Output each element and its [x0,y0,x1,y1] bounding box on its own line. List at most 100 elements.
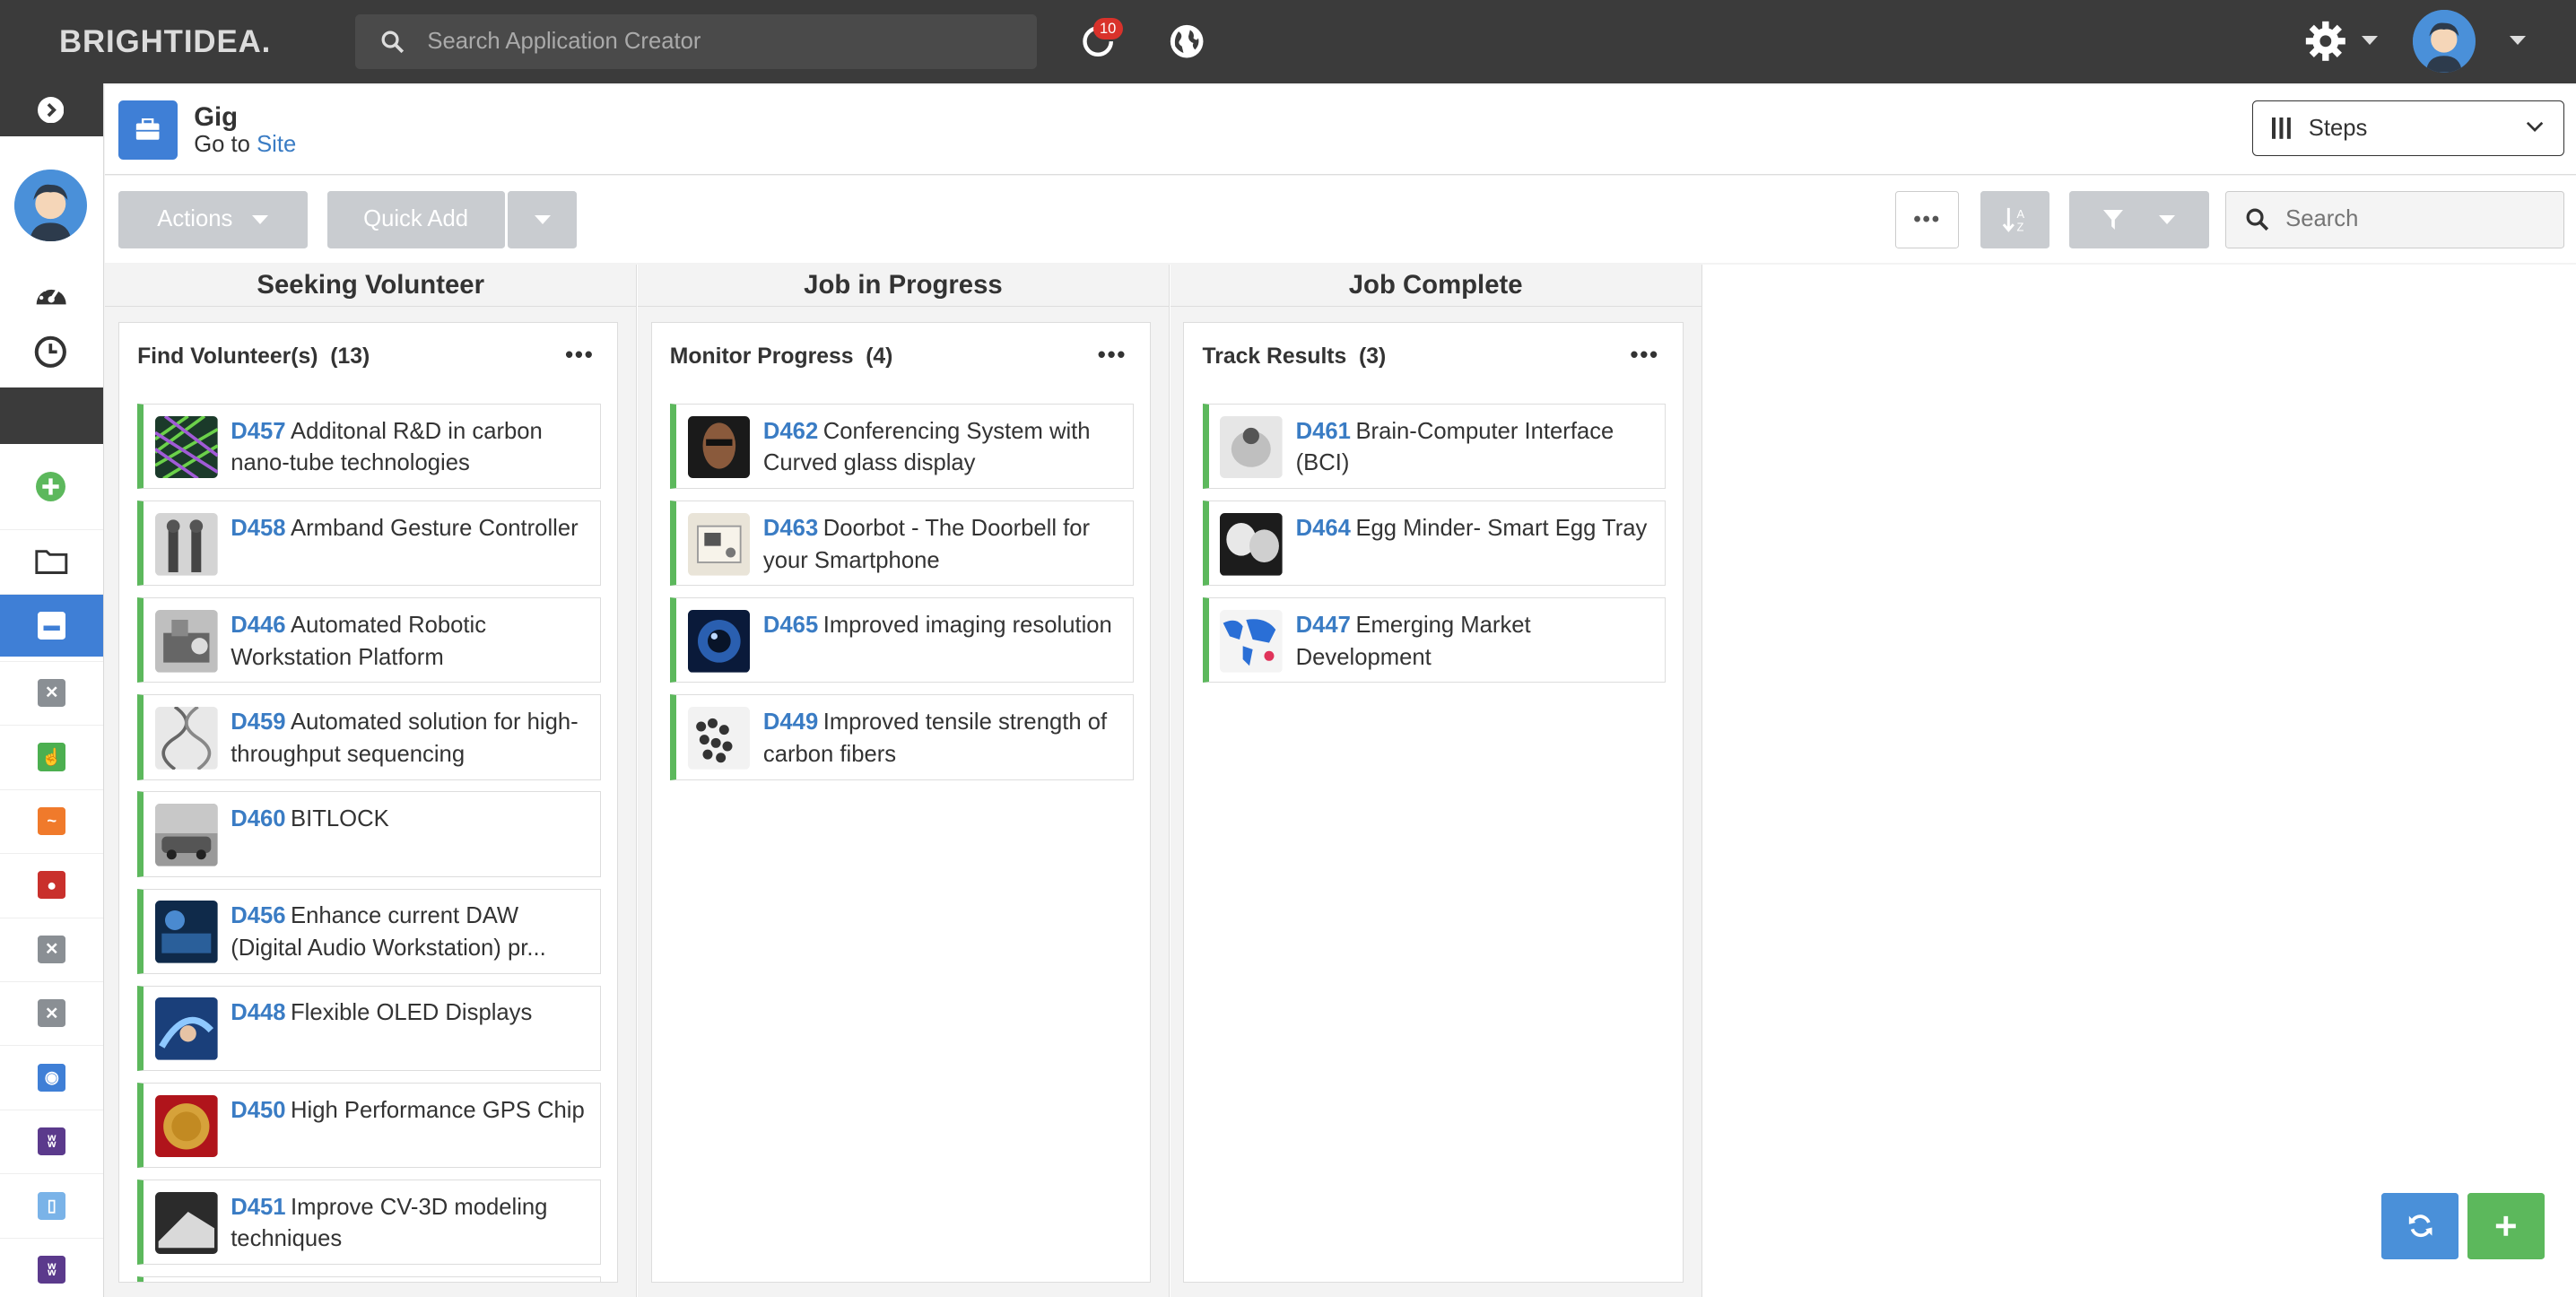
card-id[interactable]: D460 [231,806,285,831]
add-item-button[interactable] [2467,1193,2545,1259]
kanban-board: Seeking Volunteer Find Volunteer(s) (13)… [105,265,2576,1297]
idea-card[interactable]: D458 Armband Gesture Controller [137,501,601,587]
notification-badge: 10 [1092,18,1123,39]
idea-card[interactable]: D461 Brain-Computer Interface (BCI) [1202,403,1667,490]
card-text: D447 Emerging Market Development [1295,612,1531,670]
card-id[interactable]: D457 [231,419,285,444]
brand-logo[interactable]: BRIGHTIDEA. [59,24,271,60]
idea-card[interactable]: D459 Automated solution for high-throughp… [137,694,601,780]
user-avatar[interactable] [2413,9,2476,73]
lane-menu-button[interactable]: ••• [1098,343,1127,369]
more-options-button[interactable]: ••• [1894,190,1960,248]
gear-icon[interactable] [2304,20,2347,63]
sidebar-app-6[interactable]: ✕ [0,980,104,1045]
card-id[interactable]: D461 [1296,419,1351,444]
card-id[interactable]: D462 [763,419,818,444]
sidebar-app-1[interactable]: ✕ [0,660,104,725]
idea-card[interactable]: D447 Emerging Market Development [1202,597,1667,683]
idea-card[interactable] [137,1276,601,1282]
lane-menu-button[interactable]: ••• [565,343,594,369]
quick-add-dropdown-button[interactable] [508,190,578,248]
settings-caret-icon[interactable] [2362,36,2379,47]
card-text: D446 Automated Robotic Workstation Platfo… [231,612,487,670]
sidebar-expand-button[interactable] [0,83,104,137]
card-thumbnail [1220,415,1283,479]
dashboard-icon[interactable] [33,278,69,311]
idea-card[interactable]: D460 BITLOCK [137,791,601,877]
butterfly-icon: ʬ [38,1127,66,1156]
sidebar-app-4[interactable]: ● [0,853,104,917]
card-id[interactable]: D450 [231,1098,285,1123]
idea-card[interactable]: D457 Additonal R&D in carbon nano-tube te… [137,403,601,490]
chevron-down-icon [2526,121,2543,132]
lane-title: Find Volunteer(s) (13) [137,344,370,369]
folder-icon [35,550,68,575]
idea-card[interactable]: D446 Automated Robotic Workstation Platfo… [137,597,601,683]
caret-down-icon [534,214,551,225]
card-id[interactable]: D446 [231,613,285,638]
user-menu-caret-icon[interactable] [2510,36,2527,47]
card-text: D457 Additonal R&D in carbon nano-tube te… [231,418,543,476]
card-id[interactable]: D451 [231,1195,285,1220]
sidebar-app-3[interactable]: ~ [0,788,104,853]
butterfly-icon: ʬ [38,1256,66,1284]
card-id[interactable]: D449 [763,709,818,735]
idea-card[interactable]: D462 Conferencing System with Curved glas… [669,403,1134,490]
briefcase-icon [117,100,178,160]
sort-button[interactable]: AZ [1980,190,2050,248]
document-icon: ▯ [38,1191,66,1220]
sidebar-app-2[interactable]: ☝ [0,725,104,788]
idea-card[interactable]: D450 High Performance GPS Chip [137,1082,601,1169]
quick-add-button[interactable]: Quick Add [326,190,505,248]
sidebar-app-10[interactable]: ʬ [0,1237,104,1297]
idea-card[interactable]: D449 Improved tensile strength of carbon … [669,694,1134,780]
card-id[interactable]: D465 [763,613,818,638]
card-thumbnail [154,512,218,576]
card-id[interactable]: D464 [1296,516,1351,541]
sidebar-item-gig[interactable]: ▬ [0,593,104,657]
idea-card[interactable]: D465 Improved imaging resolution [669,597,1134,683]
card-id[interactable]: D463 [763,516,818,541]
card-id[interactable]: D458 [231,516,285,541]
card-id[interactable]: D459 [231,709,285,735]
caret-down-icon [252,214,269,225]
sidebar-app-7[interactable]: ◉ [0,1045,104,1109]
board-search[interactable] [2225,190,2564,248]
idea-card[interactable]: D448 Flexible OLED Displays [137,985,601,1071]
idea-card[interactable]: D451 Improve CV-3D modeling techniques [137,1179,601,1266]
board-search-input[interactable] [2282,205,2552,235]
card-thumbnail [1220,512,1283,576]
board-column: Job Complete Track Results (3) ••• D461 B… [1170,265,1702,1297]
globe-icon[interactable] [1169,23,1205,59]
app-header: Gig Go to Site Steps [105,85,2576,176]
card-id[interactable]: D456 [231,903,285,928]
sidebar-avatar[interactable] [14,169,88,242]
card-text: D461 Brain-Computer Interface (BCI) [1295,418,1614,476]
add-circle-icon[interactable] [36,471,66,501]
global-search[interactable] [354,14,1038,69]
refresh-button[interactable] [2381,1193,2459,1259]
global-search-input[interactable] [423,27,990,57]
lane-menu-button[interactable]: ••• [1631,343,1659,369]
card-id[interactable]: D447 [1296,613,1351,638]
clock-icon[interactable] [34,335,67,369]
sidebar-item-folder[interactable] [0,529,104,593]
sidebar-app-9[interactable]: ▯ [0,1173,104,1237]
card-text: D462 Conferencing System with Curved glas… [762,418,1091,476]
card-id[interactable]: D448 [231,1000,285,1025]
sidebar-app-8[interactable]: ʬ [0,1109,104,1173]
search-icon [381,30,405,53]
view-select[interactable]: Steps [2251,100,2564,157]
swimlane: Track Results (3) ••• D461 Brain-Computer… [1183,322,1684,1283]
actions-button[interactable]: Actions [117,190,308,248]
idea-card[interactable]: D456 Enhance current DAW (Digital Audio W… [137,888,601,974]
card-thumbnail [687,609,751,673]
site-link[interactable]: Site [257,132,296,157]
svg-text:A: A [2016,207,2024,221]
sidebar-app-5[interactable]: ✕ [0,917,104,981]
idea-card[interactable]: D464 Egg Minder- Smart Egg Tray [1202,501,1667,587]
search-icon [2246,208,2269,231]
idea-card[interactable]: D463 Doorbot - The Doorbell for your Smar… [669,501,1134,587]
filter-button[interactable] [2069,190,2209,248]
card-text: D465 Improved imaging resolution [762,612,1112,638]
